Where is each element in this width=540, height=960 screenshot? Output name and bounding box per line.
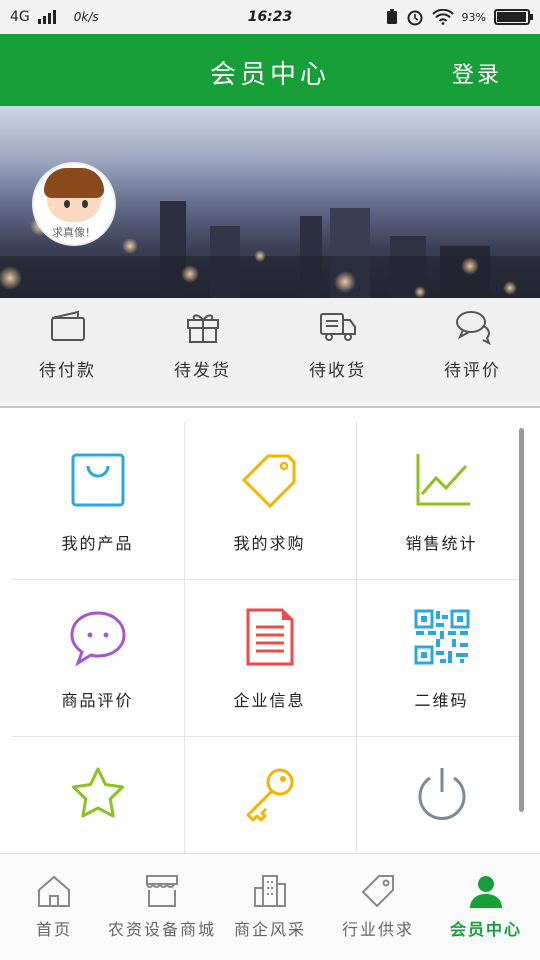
- document-icon: [246, 608, 293, 666]
- sales-stats-button[interactable]: 销售统计: [356, 422, 527, 579]
- tab-supply-demand[interactable]: 行业供求: [324, 854, 432, 960]
- grid-label: 企业信息: [233, 691, 306, 710]
- login-button[interactable]: 登录: [452, 57, 502, 89]
- qr-code-button[interactable]: 二维码: [356, 579, 527, 736]
- person-icon: [470, 876, 502, 908]
- profile-banner: 求真像！: [0, 106, 540, 298]
- battery-saver-icon: [386, 9, 397, 24]
- company-info-button[interactable]: 企业信息: [184, 579, 355, 736]
- shopping-bag-icon: [71, 453, 124, 507]
- tab-label: 农资设备商城: [108, 920, 217, 939]
- tab-mall[interactable]: 农资设备商城: [108, 854, 216, 960]
- tab-label: 首页: [35, 920, 72, 939]
- status-bar: 4G 0k/s 16:23 93%: [0, 0, 540, 34]
- wallet-icon: [50, 310, 85, 341]
- truck-icon: [319, 313, 356, 341]
- key-icon: [246, 768, 293, 822]
- battery-percent: 93%: [461, 10, 486, 24]
- tab-label: 行业供求: [341, 920, 414, 939]
- scrollbar[interactable]: [519, 428, 524, 812]
- battery-icon: [494, 9, 533, 25]
- tab-home[interactable]: 首页: [0, 854, 108, 960]
- grid-label: 销售统计: [405, 534, 478, 553]
- order-label: 待发货: [174, 361, 231, 381]
- avatar[interactable]: 求真像！: [32, 162, 116, 246]
- order-status-row: 待付款 待发货 待收货 待评价: [0, 298, 540, 408]
- qr-code-icon: [414, 609, 469, 665]
- order-pending-receipt[interactable]: 待收货: [270, 298, 405, 406]
- order-label: 待付款: [39, 361, 96, 381]
- store-icon: [146, 875, 178, 907]
- grid-label: 商品评价: [61, 691, 134, 710]
- order-label: 待收货: [309, 361, 366, 381]
- gift-icon: [186, 314, 219, 343]
- home-icon: [38, 875, 70, 907]
- order-pending-payment[interactable]: 待付款: [0, 298, 135, 406]
- speech-bubble-icon: [69, 611, 126, 667]
- app-header: 会员中心 登录: [0, 34, 540, 106]
- tab-label: 会员中心: [449, 920, 522, 939]
- feature-grid: 我的产品 我的求购 销售统计 商品评价 企业信息 二维码: [12, 422, 524, 854]
- my-requests-button[interactable]: 我的求购: [184, 422, 355, 579]
- tab-label: 商企风采: [233, 920, 306, 939]
- grid-label: 我的产品: [61, 534, 134, 553]
- price-tag-icon: [361, 875, 394, 908]
- power-icon: [418, 768, 465, 820]
- order-pending-review[interactable]: 待评价: [405, 298, 540, 406]
- tab-enterprises[interactable]: 商企风采: [216, 854, 324, 960]
- avatar-caption: 求真像！: [52, 226, 96, 239]
- grid-label: 我的求购: [233, 534, 306, 553]
- wifi-icon: [431, 9, 454, 25]
- tab-member-center[interactable]: 会员中心: [432, 854, 540, 960]
- order-label: 待评价: [444, 361, 501, 381]
- star-icon: [71, 767, 124, 818]
- tag-icon: [241, 454, 295, 509]
- product-reviews-button[interactable]: 商品评价: [12, 579, 183, 736]
- line-chart-icon: [416, 454, 470, 506]
- alarm-icon: [407, 10, 423, 26]
- buildings-icon: [254, 875, 286, 907]
- chat-icon: [455, 311, 491, 346]
- order-pending-shipment[interactable]: 待发货: [135, 298, 270, 406]
- my-products-button[interactable]: 我的产品: [12, 422, 183, 579]
- bottom-tab-bar: 首页 农资设备商城 商企风采 行业供求 会员中心: [0, 853, 540, 960]
- grid-label: 二维码: [414, 691, 469, 710]
